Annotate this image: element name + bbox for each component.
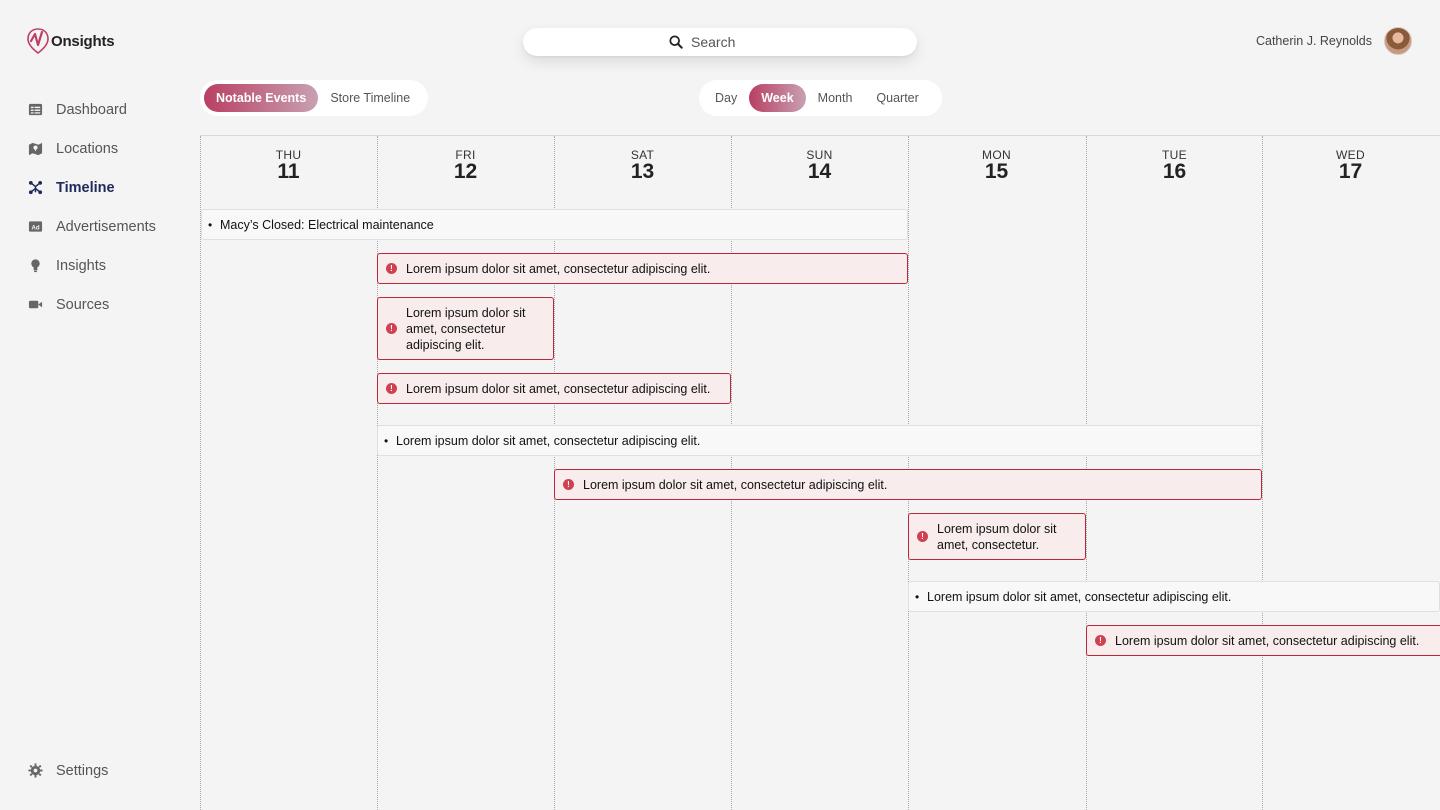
sidebar-item-label: Timeline — [56, 179, 115, 196]
sidebar-item-label: Advertisements — [56, 218, 156, 235]
search-icon — [669, 35, 683, 49]
range-day[interactable]: Day — [703, 84, 749, 112]
day-header[interactable]: FRI 12 — [377, 148, 554, 182]
day-number: 16 — [1162, 160, 1187, 183]
day-number: 15 — [984, 160, 1009, 183]
day-number: 14 — [807, 160, 832, 183]
sidebar-item-timeline[interactable]: Timeline — [27, 168, 156, 207]
sidebar-item-advertisements[interactable]: Ad Advertisements — [27, 207, 156, 246]
range-week[interactable]: Week — [749, 84, 806, 112]
logo-mark-icon — [27, 28, 49, 54]
day-header[interactable]: MON 15 — [908, 148, 1085, 182]
alert-icon: ! — [386, 383, 397, 394]
event-alert[interactable]: ! Lorem ipsum dolor sit amet, consectetu… — [554, 469, 1262, 500]
event-text: Lorem ipsum dolor sit amet, consectetur … — [1115, 633, 1420, 648]
event-alert[interactable]: ! Lorem ipsum dolor sit amet, consectetu… — [377, 373, 731, 404]
bullet-icon: • — [208, 217, 213, 232]
sidebar-item-label: Dashboard — [56, 101, 127, 118]
map-icon — [27, 141, 43, 157]
event-note[interactable]: • Lorem ipsum dolor sit amet, consectetu… — [377, 425, 1262, 456]
alert-icon: ! — [917, 531, 928, 542]
day-number: 12 — [453, 160, 478, 183]
bullet-icon: • — [915, 589, 920, 604]
lightbulb-icon — [27, 258, 43, 274]
range-toggle: Day Week Month Quarter — [699, 80, 942, 116]
event-text: Lorem ipsum dolor sit amet, consectetur … — [406, 261, 711, 276]
svg-text:Ad: Ad — [31, 224, 39, 231]
event-text: Macy’s Closed: Electrical maintenance — [220, 217, 434, 232]
event-alert[interactable]: ! Lorem ipsum dolor sit amet, consectetu… — [377, 297, 554, 360]
event-text: Lorem ipsum dolor sit amet, consectetur … — [396, 433, 701, 448]
event-text: Lorem ipsum dolor sit amet, consectetur. — [937, 521, 1057, 552]
sidebar-item-sources[interactable]: Sources — [27, 285, 156, 324]
event-alert[interactable]: ! Lorem ipsum dolor sit amet, consectetu… — [908, 513, 1086, 560]
day-header[interactable]: SAT 13 — [554, 148, 731, 182]
sidebar-nav: Dashboard Locations Timeline Ad Advertis… — [27, 90, 156, 324]
search-bar[interactable] — [523, 28, 917, 56]
event-note[interactable]: • Macy’s Closed: Electrical maintenance — [201, 209, 908, 240]
column-divider — [1262, 136, 1263, 810]
event-text: Lorem ipsum dolor sit amet, consectetur … — [406, 381, 711, 396]
event-alert[interactable]: ! Lorem ipsum dolor sit amet, consectetu… — [377, 253, 908, 284]
event-text: Lorem ipsum dolor sit amet, consectetur … — [406, 305, 526, 352]
user-name: Catherin J. Reynolds — [1255, 34, 1372, 48]
day-header[interactable]: THU 11 — [200, 148, 377, 182]
day-number: 11 — [277, 160, 300, 183]
alert-icon: ! — [563, 479, 574, 490]
day-header[interactable]: WED 17 — [1262, 148, 1439, 182]
day-header[interactable]: SUN 14 — [731, 148, 908, 182]
event-note[interactable]: • Lorem ipsum dolor sit amet, consectetu… — [908, 581, 1440, 612]
sidebar-item-label: Insights — [56, 257, 106, 274]
ad-icon: Ad — [27, 219, 43, 235]
day-number: 13 — [630, 160, 655, 183]
tab-store-timeline[interactable]: Store Timeline — [318, 84, 422, 112]
alert-icon: ! — [1095, 635, 1106, 646]
timeline-icon — [27, 180, 43, 196]
gear-icon — [27, 763, 43, 779]
sidebar-item-label: Locations — [56, 140, 119, 157]
user-menu[interactable]: Catherin J. Reynolds — [1256, 27, 1412, 55]
sidebar-item-label: Sources — [56, 296, 110, 313]
alert-icon: ! — [386, 323, 397, 334]
bullet-icon: • — [384, 433, 389, 448]
avatar[interactable] — [1384, 27, 1412, 55]
sidebar-item-settings[interactable]: Settings — [27, 751, 108, 790]
tab-notable-events[interactable]: Notable Events — [204, 84, 319, 112]
table-icon — [27, 102, 43, 118]
app-name: Onsights — [51, 32, 115, 50]
sidebar-item-locations[interactable]: Locations — [27, 129, 156, 168]
sidebar-item-dashboard[interactable]: Dashboard — [27, 90, 156, 129]
day-number: 17 — [1338, 160, 1363, 183]
week-calendar: THU 11 FRI 12 SAT 13 SUN 14 MON 15 TUE 1… — [200, 135, 1440, 810]
sidebar-item-insights[interactable]: Insights — [27, 246, 156, 285]
event-alert[interactable]: ! Lorem ipsum dolor sit amet, consectetu… — [1086, 625, 1440, 656]
video-camera-icon — [27, 297, 43, 313]
day-header[interactable]: TUE 16 — [1086, 148, 1263, 182]
view-toggle: Notable Events Store Timeline — [200, 80, 428, 116]
search-input[interactable] — [691, 34, 771, 50]
app-logo[interactable]: Onsights — [27, 28, 115, 54]
event-text: Lorem ipsum dolor sit amet, consectetur … — [583, 477, 888, 492]
range-quarter[interactable]: Quarter — [864, 84, 930, 112]
range-month[interactable]: Month — [806, 84, 865, 112]
sidebar-item-label: Settings — [56, 762, 109, 779]
alert-icon: ! — [386, 263, 397, 274]
event-text: Lorem ipsum dolor sit amet, consectetur … — [927, 589, 1232, 604]
